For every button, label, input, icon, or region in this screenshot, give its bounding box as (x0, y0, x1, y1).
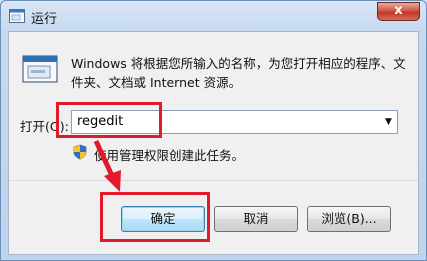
window-title: 运行 (31, 12, 58, 27)
browse-button[interactable]: 浏览(B)... (307, 206, 391, 232)
run-program-icon (22, 55, 58, 83)
close-icon: x (394, 3, 403, 18)
title-bar[interactable]: 运行 x (1, 1, 426, 31)
cancel-button[interactable]: 取消 (214, 206, 298, 232)
run-icon (9, 9, 25, 23)
admin-privilege-note: 使用管理权限创建此任务。 (94, 148, 245, 163)
highlight-box-command (56, 102, 162, 138)
uac-shield-icon (73, 144, 87, 160)
dialog-description: Windows 将根据您所输入的名称，为您打开相应的程序、文件夹、文档或 Int… (71, 56, 406, 90)
dialog-body: Windows 将根据您所输入的名称，为您打开相应的程序、文件夹、文档或 Int… (8, 31, 419, 255)
chevron-down-icon[interactable]: ▼ (380, 111, 397, 133)
close-button[interactable]: x (377, 2, 420, 21)
highlight-box-ok (100, 192, 210, 242)
